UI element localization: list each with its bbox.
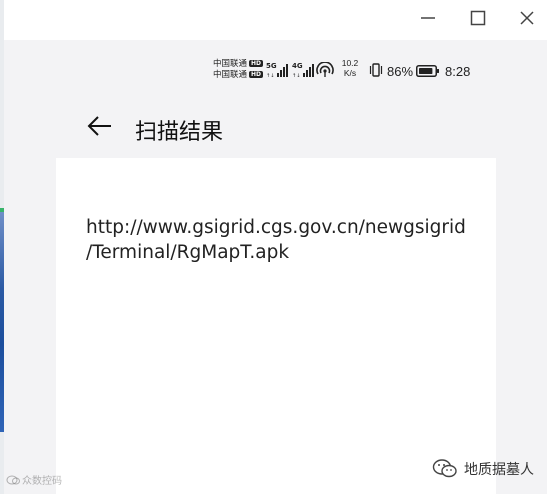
network-type-1: 5G <box>266 62 277 70</box>
watermark-right-text: 地质据墓人 <box>464 462 534 478</box>
close-button[interactable] <box>517 8 537 28</box>
battery-icon <box>416 65 439 77</box>
network-speed: 10.2 K/s <box>339 58 361 78</box>
back-button[interactable] <box>86 112 114 140</box>
hd-badge-1: HD <box>249 60 264 67</box>
maximize-button[interactable] <box>468 8 488 28</box>
svg-text:↑↓: ↑↓ <box>266 73 274 79</box>
scan-result-line-2: /Terminal/RgMapT.apk <box>86 242 290 263</box>
speed-unit: K/s <box>343 68 357 78</box>
hd-badge-2: HD <box>249 71 264 78</box>
svg-text:↑↓: ↑↓ <box>292 73 300 79</box>
left-edge-background-window <box>0 212 4 432</box>
scan-result-card: http://www.gsigrid.cgs.gov.cn/newgsigrid… <box>56 158 496 494</box>
watermark-right: 地质据墓人 <box>432 458 534 480</box>
watermark-left-text: 众数控码 <box>22 476 62 487</box>
page-title: 扫描结果 <box>135 120 224 145</box>
speed-value: 10.2 <box>341 58 359 68</box>
vibrate-icon <box>369 63 383 77</box>
watermark-logo-icon <box>6 475 20 484</box>
phone-screen: 中国联通 HD 中国联通 HD 5G ↑↓ 4G ↑↓ 10.2 K/s 86%… <box>56 40 496 494</box>
status-time: 8:28 <box>445 64 471 79</box>
minimize-button[interactable] <box>418 8 438 28</box>
hotspot-icon <box>316 62 334 77</box>
window-title-bar <box>4 0 547 40</box>
network-type-2: 4G <box>292 62 303 70</box>
wechat-icon <box>432 459 457 478</box>
carrier-name-1: 中国联通 <box>213 58 248 68</box>
app-header: 扫描结果 <box>56 106 496 150</box>
signal-4g-icon: 4G ↑↓ <box>292 62 314 79</box>
battery-percent: 86% <box>387 64 414 79</box>
minimize-icon <box>421 17 435 19</box>
back-arrow-icon <box>87 116 111 136</box>
close-icon <box>520 11 534 25</box>
scan-result-text: http://www.gsigrid.cgs.gov.cn/newgsigrid… <box>86 215 466 265</box>
carrier-name-2: 中国联通 <box>213 69 248 79</box>
signal-5g-icon: 5G ↑↓ <box>266 62 288 79</box>
maximize-icon <box>470 10 486 26</box>
status-bar: 中国联通 HD 中国联通 HD 5G ↑↓ 4G ↑↓ 10.2 K/s 86%… <box>56 56 496 86</box>
watermark-left: 众数控码 <box>6 472 62 487</box>
scan-result-line-1: http://www.gsigrid.cgs.gov.cn/newgsigrid <box>86 217 466 238</box>
carrier-info: 中国联通 HD 中国联通 HD <box>213 58 264 80</box>
